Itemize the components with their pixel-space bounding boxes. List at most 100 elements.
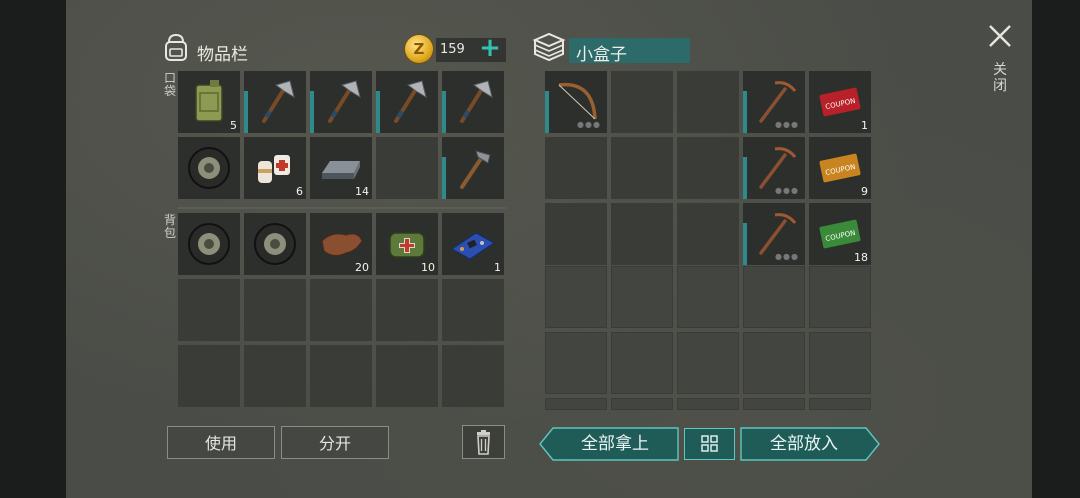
slot-jerrycan[interactable]: 5	[178, 71, 240, 133]
empty-slot[interactable]	[442, 279, 504, 341]
coupon-red-icon: COUPON	[819, 87, 861, 117]
slot-tire[interactable]	[178, 137, 240, 199]
empty-slot[interactable]	[677, 203, 739, 265]
slot-accent	[743, 157, 747, 199]
empty-slot[interactable]	[244, 279, 306, 341]
crude-hammer-icon	[460, 150, 491, 189]
slot-accent	[442, 157, 446, 199]
jerrycan-icon	[195, 80, 223, 122]
locked-slot	[611, 332, 673, 394]
split-button[interactable]: 分开	[281, 426, 389, 459]
close-icon	[989, 25, 1011, 47]
empty-slot[interactable]	[442, 345, 504, 407]
empty-slot[interactable]	[611, 203, 673, 265]
item-count: 1	[861, 119, 868, 132]
slot-accent	[545, 91, 549, 133]
hatchet-icon	[394, 80, 427, 123]
slot-accent	[442, 91, 446, 133]
tire-icon	[188, 223, 230, 265]
slot-leather[interactable]: 20	[310, 213, 372, 275]
slot-bandage[interactable]: 6	[244, 137, 306, 199]
slot-circuit-board[interactable]: 1	[442, 213, 504, 275]
item-count: 10	[421, 261, 435, 274]
slot-accent	[743, 223, 747, 265]
tire-icon	[188, 147, 230, 189]
slot-coupon-green[interactable]: COUPON 18	[809, 203, 871, 265]
put-all-label: 全部放入	[770, 434, 838, 454]
empty-slot[interactable]	[244, 345, 306, 407]
take-all-button[interactable]: 全部拿上	[539, 427, 679, 461]
left-edge	[0, 0, 66, 498]
locked-slot	[677, 266, 739, 328]
empty-slot[interactable]	[611, 137, 673, 199]
slot-bow[interactable]: ●●●	[545, 71, 607, 133]
slot-accent	[244, 91, 248, 133]
right-edge	[1032, 0, 1080, 498]
item-count: 20	[355, 261, 369, 274]
durability-dots: ●●●	[577, 120, 601, 129]
slot-accent	[310, 91, 314, 133]
empty-slot[interactable]	[611, 71, 673, 133]
slot-hatchet[interactable]	[244, 71, 306, 133]
coin-icon: Z	[405, 35, 433, 63]
empty-slot[interactable]	[178, 345, 240, 407]
empty-slot[interactable]	[545, 137, 607, 199]
slot-pickaxe[interactable]: ●●●	[743, 137, 805, 199]
locked-slot	[545, 266, 607, 328]
inventory-title: 物品栏	[197, 45, 248, 65]
empty-slot[interactable]	[677, 71, 739, 133]
empty-slot[interactable]	[376, 345, 438, 407]
empty-slot[interactable]	[310, 345, 372, 407]
slot-pickaxe[interactable]: ●●●	[743, 203, 805, 265]
durability-dots: ●●●	[775, 120, 799, 129]
locked-slot	[743, 266, 805, 328]
empty-slot[interactable]	[545, 203, 607, 265]
locked-slot	[809, 332, 871, 394]
use-button[interactable]: 使用	[167, 426, 275, 459]
trash-icon	[477, 430, 490, 455]
slot-hatchet[interactable]	[376, 71, 438, 133]
coupon-orange-icon: COUPON	[819, 153, 861, 183]
box-title: 小盒子	[576, 45, 627, 65]
item-count: 1	[494, 261, 501, 274]
empty-slot[interactable]	[376, 137, 438, 199]
add-coins-button[interactable]: +	[478, 35, 502, 62]
empty-slot[interactable]	[677, 137, 739, 199]
bandage-icon	[258, 155, 290, 183]
slot-crude-hammer[interactable]	[442, 137, 504, 199]
locked-slot	[611, 266, 673, 328]
close-button[interactable]	[986, 22, 1014, 50]
slot-coupon-red[interactable]: COUPON 1	[809, 71, 871, 133]
empty-slot[interactable]	[376, 279, 438, 341]
slot-coupon-orange[interactable]: COUPON 9	[809, 137, 871, 199]
backpack-label: 背包	[163, 213, 176, 240]
take-all-label: 全部拿上	[581, 434, 649, 454]
put-all-button[interactable]: 全部放入	[740, 427, 880, 461]
locked-slot	[809, 266, 871, 328]
tire-icon	[254, 223, 296, 265]
circuit-board-icon	[451, 232, 495, 260]
sort-grid-button[interactable]	[684, 428, 735, 460]
close-label: 关闭	[993, 62, 1007, 94]
backpack-icon	[165, 33, 187, 61]
item-count: 6	[296, 185, 303, 198]
slot-tire[interactable]	[244, 213, 306, 275]
slot-accent	[376, 91, 380, 133]
empty-slot[interactable]	[178, 279, 240, 341]
slot-hatchet[interactable]	[310, 71, 372, 133]
slot-medkit-bag[interactable]: 10	[376, 213, 438, 275]
durability-dots: ●●●	[775, 252, 799, 261]
trash-button[interactable]	[462, 425, 505, 459]
empty-slot[interactable]	[310, 279, 372, 341]
box-icon	[532, 32, 566, 62]
slot-accent	[743, 91, 747, 133]
durability-dots: ●●●	[775, 186, 799, 195]
slot-hatchet[interactable]	[442, 71, 504, 133]
slot-metal-bar[interactable]: 14	[310, 137, 372, 199]
section-divider	[178, 207, 506, 209]
slot-tire[interactable]	[178, 213, 240, 275]
hatchet-icon	[460, 80, 493, 123]
locked-slot	[743, 332, 805, 394]
locked-slot	[677, 332, 739, 394]
slot-pickaxe[interactable]: ●●●	[743, 71, 805, 133]
